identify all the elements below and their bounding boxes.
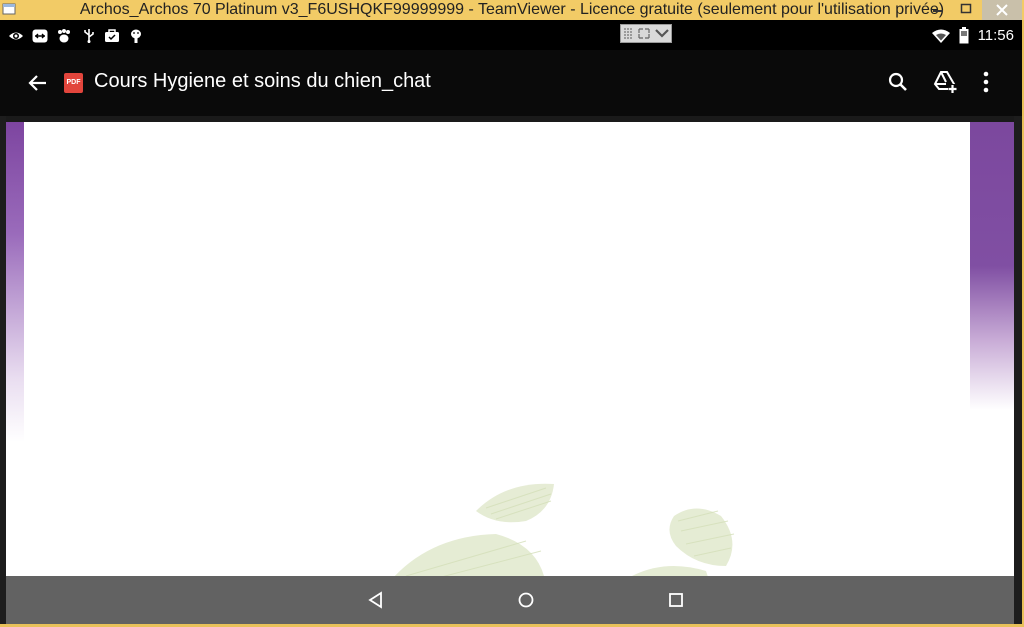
status-clock: 11:56 xyxy=(977,27,1014,44)
paw-icon xyxy=(58,29,70,43)
wifi-icon xyxy=(932,29,950,43)
usb-icon xyxy=(84,29,94,43)
recents-square-icon[interactable] xyxy=(666,590,686,610)
pdf-page[interactable] xyxy=(6,116,1014,576)
teamviewer-panel[interactable] xyxy=(620,24,672,43)
teamviewer-icon xyxy=(32,29,48,43)
arrow-left-icon[interactable] xyxy=(26,71,50,95)
home-circle-icon[interactable] xyxy=(516,590,536,610)
close-button[interactable] xyxy=(982,0,1022,20)
decorative-leaves-graphic xyxy=(394,483,735,576)
document-title: Cours Hygiene et soins du chien_chat xyxy=(94,70,431,92)
frame-right xyxy=(1014,116,1022,624)
eye-icon xyxy=(9,32,23,40)
drive-add-icon[interactable] xyxy=(933,70,957,94)
maximize-button[interactable] xyxy=(952,0,980,20)
briefcase-icon xyxy=(105,29,119,42)
battery-icon xyxy=(959,27,969,44)
pdf-file-icon: PDF xyxy=(64,73,83,93)
android-nav-bar xyxy=(6,576,1014,624)
window-title: Archos_Archos 70 Platinum v3_F6USHQKF999… xyxy=(79,1,945,18)
search-icon[interactable] xyxy=(886,70,910,94)
minimize-button[interactable] xyxy=(924,0,952,20)
app-toolbar: PDF Cours Hygiene et soins du chien_chat xyxy=(0,50,1022,116)
back-triangle-icon[interactable] xyxy=(366,590,386,610)
more-vert-icon[interactable] xyxy=(974,70,998,94)
android-icon xyxy=(131,29,141,43)
window-titlebar: Archos_Archos 70 Platinum v3_F6USHQKF999… xyxy=(0,0,1024,20)
status-bar: 11:56 xyxy=(0,20,1022,50)
device-screen: 11:56 PDF Cours Hygiene et soins du chie… xyxy=(0,20,1022,624)
